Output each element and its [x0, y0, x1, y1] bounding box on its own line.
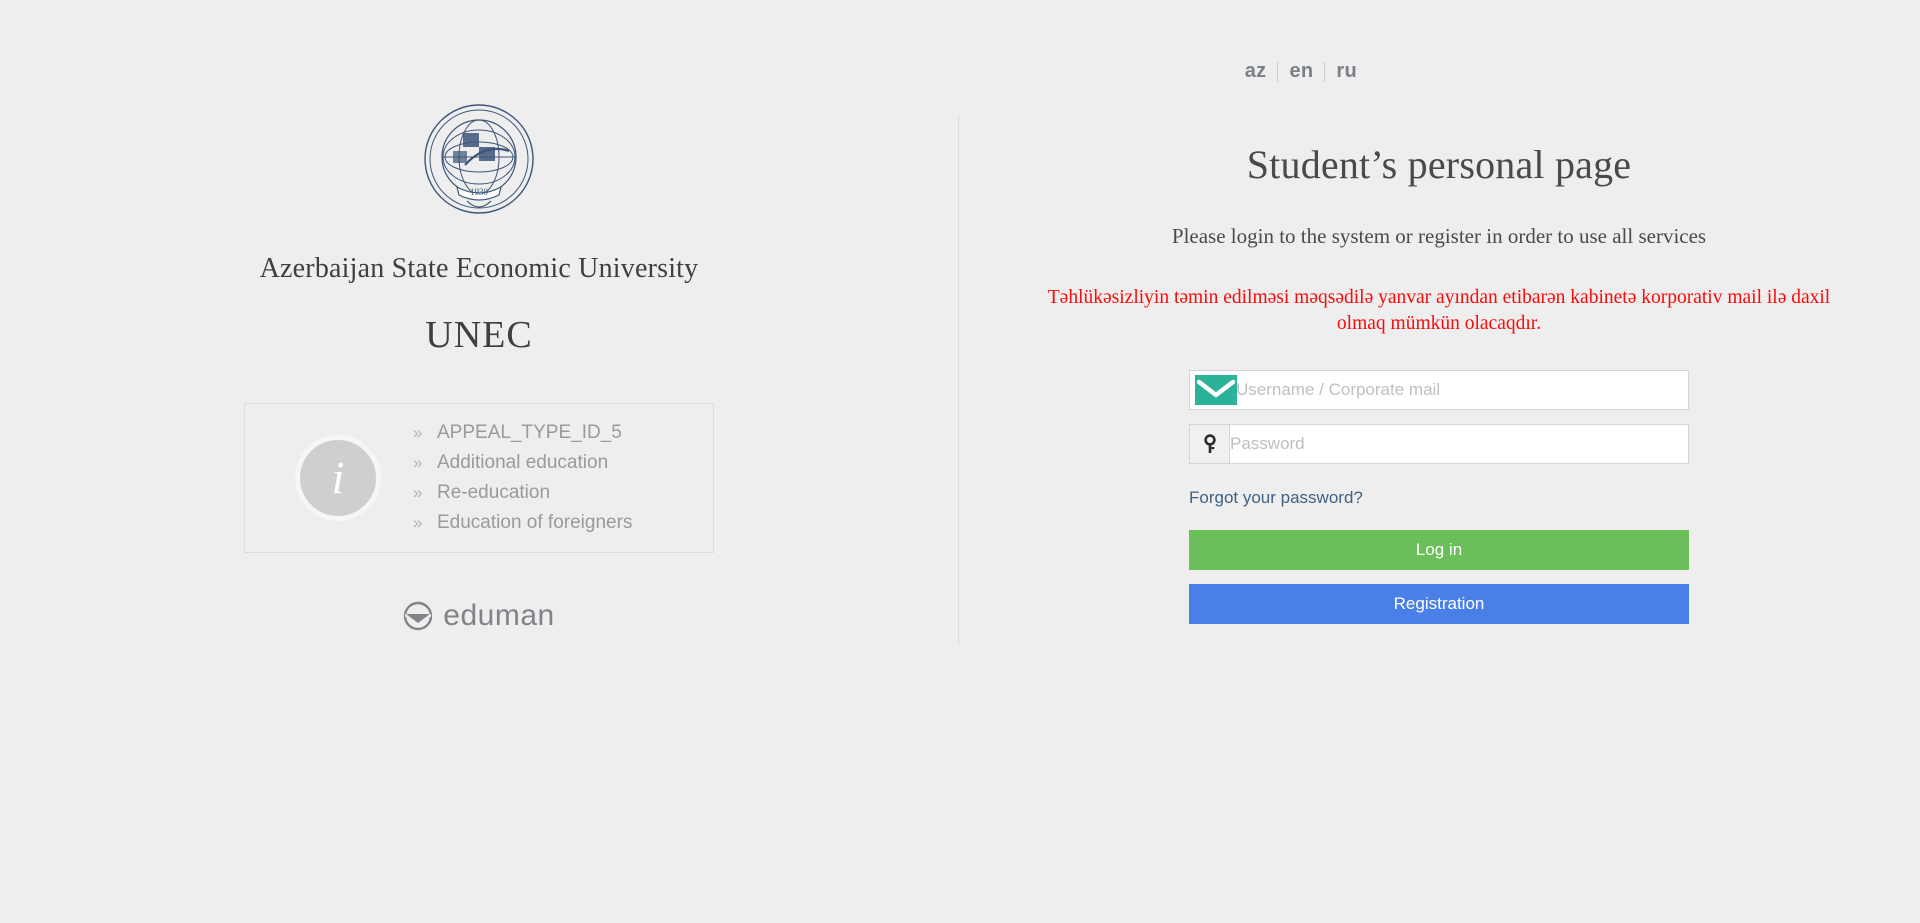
branding-panel: 1930 Azerbaijan State Economic Universit… [0, 103, 958, 633]
info-circle-icon: i [295, 435, 381, 522]
password-icon-addon [1190, 425, 1230, 464]
eduman-vendor-logo[interactable]: eduman [403, 599, 554, 633]
forgot-password-link[interactable]: Forgot your password? [1189, 488, 1363, 508]
security-warning-message: Təhlükəsizliyin təmin edilməsi məqsədilə… [1047, 287, 1831, 334]
eduman-logo-icon [404, 601, 433, 631]
list-item[interactable]: » Re-education [413, 478, 632, 508]
chevron-right-icon: » [413, 453, 423, 473]
chevron-right-icon: » [413, 513, 423, 533]
username-input[interactable] [1236, 371, 1688, 410]
university-abbreviation: UNEC [425, 314, 533, 356]
lang-option-en[interactable]: en [1278, 60, 1324, 83]
list-item-label: Additional education [437, 452, 609, 474]
unec-crest-icon: 1930 [424, 104, 534, 214]
password-field[interactable] [1189, 424, 1689, 465]
username-icon-addon [1190, 371, 1242, 410]
lang-option-az[interactable]: az [1234, 60, 1278, 83]
info-box: i » APPEAL_TYPE_ID_5 » Additional educat… [244, 403, 714, 554]
info-link-list: » APPEAL_TYPE_ID_5 » Additional educatio… [413, 418, 632, 538]
chevron-right-icon: » [413, 423, 423, 442]
lang-option-ru[interactable]: ru [1325, 60, 1368, 83]
crest-year-label: 1930 [470, 187, 489, 197]
chevron-right-icon: » [413, 483, 423, 503]
language-switcher: az en ru [1234, 60, 1368, 83]
info-icon-wrap: i [263, 435, 413, 522]
login-page: az en ru 1930 Azerbaijan State Economic … [0, 0, 1920, 923]
eduman-label: eduman [443, 599, 555, 633]
page-subtitle: Please login to the system or register i… [1171, 224, 1707, 248]
login-form: Forgot your password? Log in Registratio… [1189, 370, 1689, 625]
list-item-label: Education of foreigners [437, 512, 633, 534]
university-name: Azerbaijan State Economic University [259, 253, 699, 284]
envelope-icon [1195, 375, 1237, 406]
username-field[interactable] [1189, 370, 1689, 411]
key-icon [1203, 434, 1216, 454]
list-item-label: APPEAL_TYPE_ID_5 [437, 422, 622, 443]
list-item[interactable]: » Additional education [413, 448, 632, 478]
registration-button[interactable]: Registration [1189, 584, 1689, 625]
password-input[interactable] [1230, 425, 1688, 464]
list-item[interactable]: » Education of foreigners [413, 508, 632, 538]
login-panel: Student’s personal page Please login to … [958, 103, 1920, 625]
page-title: Student’s personal page [1246, 142, 1632, 187]
list-item[interactable]: » APPEAL_TYPE_ID_5 [413, 418, 632, 448]
login-button[interactable]: Log in [1189, 530, 1689, 571]
list-item-label: Re-education [437, 482, 551, 504]
